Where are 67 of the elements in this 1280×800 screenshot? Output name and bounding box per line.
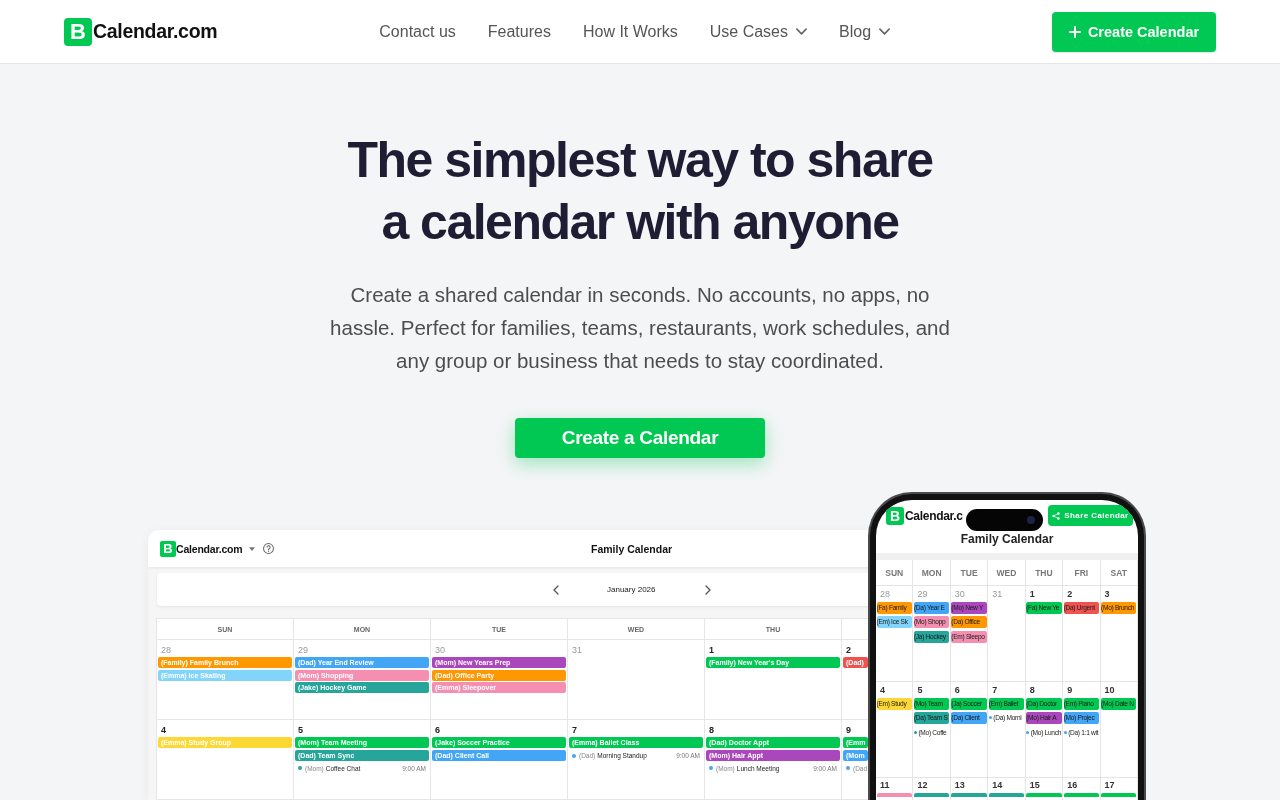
weekday-header: SUN (876, 560, 914, 586)
calendar-event[interactable] (988, 793, 1025, 797)
nav-link[interactable]: Features (487, 22, 551, 41)
day-number: 13 (954, 780, 965, 790)
day-number: 9 (1067, 685, 1073, 695)
weekday-header: THU (1025, 560, 1064, 586)
calendar-title: Family Calendar (591, 542, 674, 555)
day-number: 6 (954, 685, 960, 695)
nav-link[interactable]: Contact us (379, 22, 456, 41)
day-number: 7 (572, 725, 577, 735)
logo-text[interactable]: Calendar.c (905, 508, 963, 523)
day-number: 1 (1029, 589, 1035, 599)
weekday-header: TUE (950, 560, 989, 586)
day-number: 14 (992, 780, 1003, 790)
day-number: 3 (1104, 589, 1110, 599)
day-number: 15 (1029, 780, 1040, 790)
day-number: 28 (880, 589, 890, 599)
day-number: 10 (1104, 685, 1115, 695)
nav-link[interactable]: How It Works (582, 22, 678, 41)
weekday-header: WED (988, 560, 1026, 586)
day-number: 16 (1067, 780, 1078, 790)
calendar-title: Family Calendar (959, 531, 1055, 548)
help-icon[interactable] (263, 543, 275, 554)
hero-title: The simplest way to share a calendar with anyone (346, 131, 934, 252)
chevron-left-icon[interactable] (553, 584, 559, 595)
day-number: 29 (298, 645, 308, 655)
camera-notch-icon (966, 509, 1043, 531)
day-number: 4 (161, 725, 166, 735)
nav-dropdown[interactable]: Use Cases (709, 22, 807, 41)
day-number: 31 (572, 645, 582, 655)
nav-dropdown[interactable]: Blog (839, 22, 891, 41)
chevron-down-icon[interactable] (879, 28, 891, 35)
weekday-header: FRI (1063, 560, 1101, 586)
weekday-header: SAT (1100, 560, 1138, 586)
day-number: 11 (880, 780, 890, 790)
day-number: 7 (992, 685, 998, 695)
plus-icon (1068, 25, 1081, 38)
month-label: January 2026 (607, 585, 656, 594)
day-number: 9 (846, 725, 851, 735)
day-number: 6 (435, 725, 440, 735)
day-number: 31 (992, 589, 1003, 599)
day-number: 30 (954, 589, 965, 599)
hero-subtitle: Create a shared calendar in seconds. No accounts, no apps, no hassle. Perfect for families, teams, restaurants, work schedules, and any group or business that needs to stay coordinated. (329, 282, 951, 374)
calendar-event[interactable] (1101, 793, 1137, 797)
calendar-event[interactable] (1063, 793, 1100, 797)
day-number: 5 (917, 685, 923, 695)
day-number: 30 (435, 645, 445, 655)
day-number: 1 (709, 645, 714, 655)
calendar-event[interactable] (913, 793, 950, 797)
logo-text[interactable]: Calendar.com (93, 20, 218, 43)
caret-down-icon[interactable] (249, 546, 256, 551)
day-number: 8 (1029, 685, 1035, 695)
chevron-down-icon[interactable] (796, 28, 807, 35)
day-number: 12 (917, 780, 928, 790)
day-number: 8 (709, 725, 714, 735)
day-number: 29 (917, 589, 928, 599)
day-number: 28 (161, 645, 171, 655)
day-number: 2 (846, 645, 851, 655)
calendar-event[interactable] (876, 793, 912, 797)
weekday-header: MON (913, 560, 951, 586)
day-number: 2 (1067, 589, 1073, 599)
day-number: 4 (880, 685, 885, 695)
share-icon (1052, 511, 1061, 520)
day-number: 17 (1104, 780, 1115, 790)
logo-text[interactable]: Calendar.com (176, 542, 243, 555)
chevron-right-icon[interactable] (705, 584, 712, 595)
day-number: 5 (298, 725, 303, 735)
